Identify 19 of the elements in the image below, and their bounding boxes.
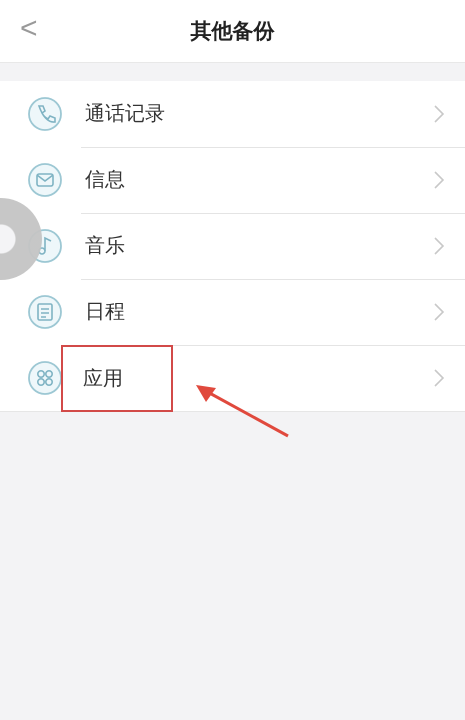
calendar-icon bbox=[27, 294, 63, 330]
list-item[interactable]: 通话记录 bbox=[0, 81, 465, 147]
chevron-right-icon bbox=[433, 170, 445, 190]
chevron-right-icon bbox=[433, 104, 445, 124]
four-circles-icon bbox=[27, 360, 63, 396]
phone-icon bbox=[27, 96, 63, 132]
list-item[interactable]: 日程 bbox=[0, 279, 465, 345]
list-item[interactable]: 应用 bbox=[0, 345, 465, 411]
item-label: 日程 bbox=[84, 298, 126, 325]
list-item[interactable]: 信息 bbox=[0, 147, 465, 213]
item-label: 应用 bbox=[61, 344, 173, 412]
item-label: 信息 bbox=[84, 166, 126, 193]
chevron-right-icon bbox=[433, 236, 445, 256]
chevron-right-icon bbox=[433, 302, 445, 322]
item-label: 音乐 bbox=[84, 232, 126, 259]
page-title: 其他备份 bbox=[190, 18, 274, 45]
envelope-icon bbox=[27, 162, 63, 198]
chevron-right-icon bbox=[433, 368, 445, 388]
item-label: 通话记录 bbox=[84, 100, 166, 127]
